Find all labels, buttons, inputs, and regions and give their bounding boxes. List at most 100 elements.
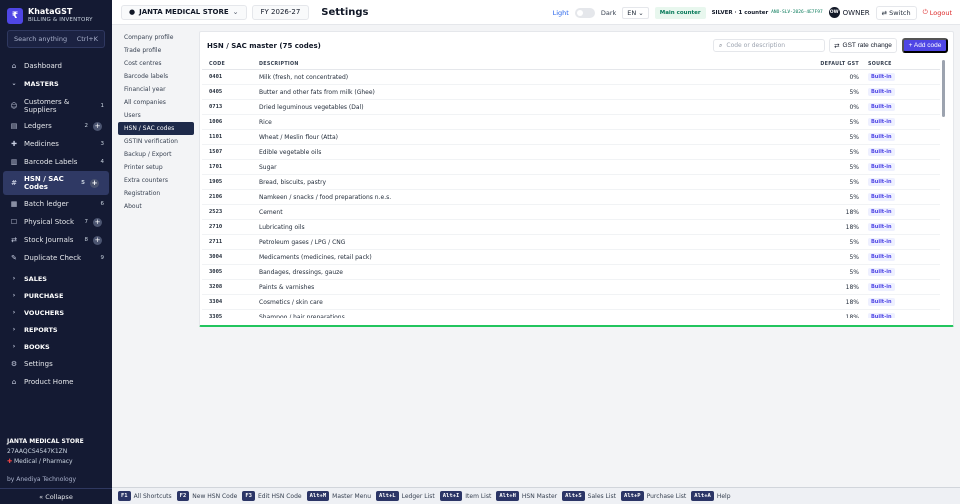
table-row[interactable]: 1507 Edible vegetable oils 5% Built-in (202, 145, 940, 160)
table-row[interactable]: 2710 Lubricating oils 18% Built-in (202, 220, 940, 235)
default-gst: 0% (849, 103, 859, 111)
table-row[interactable]: 1905 Bread, biscuits, pastry 5% Built-in (202, 175, 940, 190)
hsn-code: 2710 (209, 224, 223, 230)
table-row[interactable]: 1006 Rice 5% Built-in (202, 115, 940, 130)
table-row[interactable]: 0405 Butter and other fats from milk (Ghe… (202, 85, 940, 100)
settings-item-trade-profile[interactable]: Trade profile (118, 44, 194, 57)
shortcut-sales-list[interactable]: Alt+S Sales List (562, 491, 616, 501)
default-gst: 18% (845, 223, 859, 231)
table-row[interactable]: 2711 Petroleum gases / LPG / CNG 5% Built-i… (202, 235, 940, 250)
hsn-description: Medicaments (medicines, retail pack) (259, 253, 372, 261)
shortcut-master-menu[interactable]: Alt+M Master Menu (306, 491, 371, 501)
sidebar-item-hsn-sac-codes[interactable]: # HSN / SAC Codes +5 (3, 171, 109, 195)
table-row[interactable]: 3305 Shampoo / hair preparations 18% Built-… (202, 310, 940, 318)
sidebar-item-barcode-labels[interactable]: ▥ Barcode Labels 4 (0, 153, 112, 171)
settings-item-gstin-verification[interactable]: GSTIN verification (118, 135, 194, 148)
table-row[interactable]: 3208 Paints & varnishes 18% Built-in (202, 280, 940, 295)
source-badge: Built-in (868, 313, 895, 318)
table-row[interactable]: 2523 Cement 18% Built-in (202, 205, 940, 220)
shortcut-all-shortcuts[interactable]: F1 All Shortcuts (118, 491, 172, 501)
shortcut-label: Sales List (587, 492, 617, 500)
add-icon[interactable]: + (93, 121, 102, 131)
sidebar-section-sales[interactable]: › SALES (0, 270, 112, 287)
settings-item-about[interactable]: About (118, 200, 194, 213)
add-code-button[interactable]: + Add code (902, 38, 948, 53)
column-source[interactable]: SOURCE (859, 62, 919, 67)
counter-badge[interactable]: Main counter (654, 6, 706, 19)
hsn-description: Bread, biscuits, pastry (259, 178, 327, 186)
settings-item-registration[interactable]: Registration (118, 187, 194, 200)
user-menu[interactable]: OW OWNER (828, 7, 870, 18)
settings-item-company-profile[interactable]: Company profile (118, 31, 194, 44)
switch-button[interactable]: ⇄ Switch (875, 5, 917, 20)
org-type-label: Medical / Pharmacy (13, 458, 73, 465)
settings-item-hsn-sac-codes[interactable]: HSN / SAC codes (118, 122, 194, 135)
shortcut-key: Alt+I (439, 491, 463, 501)
sidebar-item-batch-ledger[interactable]: ▦ Batch ledger 6 (0, 195, 112, 213)
shortcut-ledger-list[interactable]: Alt+L Ledger List (376, 491, 435, 501)
shortcut-item-list[interactable]: Alt+I Item List (439, 491, 491, 501)
sidebar-item-label: Duplicate Check (24, 254, 82, 262)
table-row[interactable]: 1101 Wheat / Meslin flour (Atta) 5% Built-i… (202, 130, 940, 145)
collapse-sidebar-button[interactable]: « Collapse (0, 488, 112, 504)
logout-label: Logout (929, 8, 952, 17)
table-row[interactable]: 1701 Sugar 5% Built-in (202, 160, 940, 175)
sidebar-item-medicines[interactable]: ✚ Medicines 3 (0, 135, 112, 153)
brand[interactable]: ₹ KhataGST BILLING & INVENTORY (7, 7, 93, 24)
sidebar-section-vouchers[interactable]: › VOUCHERS (0, 304, 112, 321)
shortcut-edit-hsn-code[interactable]: F3 Edit HSN Code (242, 491, 302, 501)
sidebar-section-books[interactable]: › BOOKS (0, 338, 112, 355)
source-badge: Built-in (868, 133, 895, 141)
hsn-code: 3005 (209, 269, 223, 275)
vouchers-icon: › (12, 309, 16, 316)
hsn-code: 3305 (209, 314, 223, 318)
add-icon[interactable]: + (93, 235, 102, 245)
sidebar-section-purchase[interactable]: › PURCHASE (0, 287, 112, 304)
table-row[interactable]: 0401 Milk (fresh, not concentrated) 0% Buil… (202, 70, 940, 85)
add-icon[interactable]: + (93, 217, 102, 227)
settings-item-barcode-labels[interactable]: Barcode labels (118, 70, 194, 83)
table-row[interactable]: 2106 Namkeen / snacks / food preparations… (202, 190, 940, 205)
sidebar-item-duplicate-check[interactable]: ✎ Duplicate Check 9 (0, 249, 112, 267)
shortcut-hsn-master[interactable]: Alt+H HSN Master (496, 491, 557, 501)
sidebar-item-settings[interactable]: ⚙ Settings (0, 355, 112, 373)
dark-mode-label[interactable]: Dark (601, 9, 616, 17)
global-search[interactable]: Search anything Ctrl+K (7, 30, 105, 48)
column-description[interactable]: DESCRIPTION (259, 62, 789, 67)
sidebar-section-reports[interactable]: › REPORTS (0, 321, 112, 338)
sidebar-item-stock-journals[interactable]: ⇄ Stock Journals +8 (0, 231, 112, 249)
gst-rate-change-button[interactable]: ⇄ GST rate change (829, 38, 897, 53)
sidebar-item-ledgers[interactable]: ▤ Ledgers +2 (0, 117, 112, 135)
shortcut-new-hsn-code[interactable]: F2 New HSN Code (176, 491, 237, 501)
table-row[interactable]: 3004 Medicaments (medicines, retail pack)… (202, 250, 940, 265)
hsn-search-input[interactable] (726, 42, 817, 49)
shortcut-help[interactable]: Alt+A Help (691, 491, 731, 501)
settings-item-extra-counters[interactable]: Extra counters (118, 174, 194, 187)
hsn-search[interactable]: ⌕ (713, 39, 825, 52)
sidebar-section-masters[interactable]: ⌄ MASTERS (0, 75, 112, 92)
sidebar-item-customers-suppliers[interactable]: ☺ Customers & Suppliers 1 (0, 95, 112, 117)
light-mode-label[interactable]: Light (553, 9, 569, 17)
fy-selector[interactable]: FY 2026-27 (251, 4, 310, 20)
settings-item-financial-year[interactable]: Financial year (118, 83, 194, 96)
theme-toggle[interactable] (574, 7, 595, 18)
sidebar-item-product-home[interactable]: ⌂ Product Home (0, 373, 112, 391)
settings-item-backup-export[interactable]: Backup / Export (118, 148, 194, 161)
shortcut-purchase-list[interactable]: Alt+P Purchase List (621, 491, 686, 501)
settings-item-all-companies[interactable]: All companies (118, 96, 194, 109)
table-row[interactable]: 0713 Dried leguminous vegetables (Dal) 0% B… (202, 100, 940, 115)
logout-button[interactable]: ⏻ Logout (923, 8, 952, 17)
settings-item-printer-setup[interactable]: Printer setup (118, 161, 194, 174)
sidebar-item-physical-stock[interactable]: ☐ Physical Stock +7 (0, 213, 112, 231)
company-selector[interactable]: ● JANTA MEDICAL STORE ⌄ (121, 4, 247, 20)
sidebar-item-dashboard[interactable]: ⌂ Dashboard (0, 57, 112, 75)
column-code[interactable]: CODE (202, 62, 259, 67)
table-row[interactable]: 3005 Bandages, dressings, gauze 5% Built-in (202, 265, 940, 280)
settings-item-cost-centres[interactable]: Cost centres (118, 57, 194, 70)
language-selector[interactable]: EN ⌄ (622, 6, 649, 19)
add-icon[interactable]: + (90, 178, 99, 188)
column-default-gst[interactable]: DEFAULT GST (789, 62, 859, 67)
settings-item-users[interactable]: Users (118, 109, 194, 122)
table-scrollbar[interactable] (942, 60, 945, 117)
table-row[interactable]: 3304 Cosmetics / skin care 18% Built-in (202, 295, 940, 310)
